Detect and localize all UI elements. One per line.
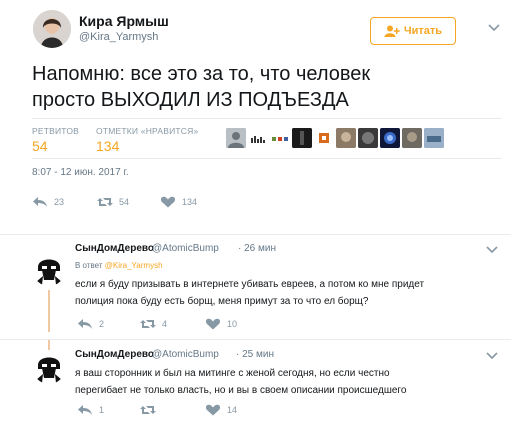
reply-text-line: если я буду призывать в интернете убиват… <box>75 279 425 290</box>
reply-avatar[interactable] <box>33 352 65 384</box>
reply-text: я ваш сторонник и был на митинге с женой… <box>75 365 485 399</box>
liker-avatar[interactable] <box>248 128 268 148</box>
reply-time[interactable]: · 25 мин <box>236 349 274 360</box>
reply-author-name[interactable]: СынДомДерево <box>75 349 154 360</box>
reply-to-mention[interactable]: @Kira_Yarmysh <box>105 261 163 270</box>
likes-label: ОТМЕТКИ «НРАВИТСЯ» <box>96 126 199 136</box>
retweet-icon <box>140 320 156 328</box>
reply-tweet[interactable]: СынДомДерево @AtomicBump · 26 мин В отве… <box>0 236 511 332</box>
retweet-count: 54 <box>119 197 130 207</box>
chevron-down-icon[interactable] <box>488 24 500 32</box>
liker-avatar[interactable] <box>358 128 378 148</box>
tweet-timestamp[interactable]: 8:07 - 12 июн. 2017 г. <box>32 167 129 178</box>
reply-action[interactable]: 23 <box>32 196 64 208</box>
divider <box>0 234 511 235</box>
reply-icon <box>78 319 92 329</box>
reply-text-line: перегибает не только власть, но и вы в с… <box>75 385 407 396</box>
liker-avatar[interactable] <box>292 128 312 148</box>
retweet-action[interactable] <box>140 404 162 416</box>
reply-time[interactable]: · 26 мин <box>238 243 276 254</box>
like-count: 10 <box>227 319 238 329</box>
reply-to-line: В ответ @Kira_Yarmysh <box>75 261 163 270</box>
reply-action[interactable]: 2 <box>77 318 104 330</box>
like-action[interactable]: 134 <box>160 196 197 208</box>
liker-avatar[interactable] <box>380 128 400 148</box>
follow-label: Читать <box>403 25 443 37</box>
retweet-action[interactable]: 54 <box>97 196 129 208</box>
retweets-count[interactable]: 54 <box>32 138 48 154</box>
liker-avatar[interactable] <box>226 128 246 148</box>
heart-icon <box>205 404 221 416</box>
author-handle[interactable]: @Kira_Yarmysh <box>79 31 158 43</box>
retweet-count: 4 <box>162 319 168 329</box>
reply-avatar[interactable] <box>33 254 65 286</box>
chevron-down-icon[interactable] <box>486 246 498 254</box>
liker-avatar[interactable] <box>314 128 334 148</box>
tweet-text-line: просто ВЫХОДИЛ ИЗ ПОДЪЕЗДА <box>32 89 349 111</box>
reply-text-line: я ваш сторонник и был на митинге с женой… <box>75 368 390 379</box>
reply-author-handle[interactable]: @AtomicBump <box>152 243 219 254</box>
reply-text-line: полиция пока буду есть борщ, меня примут… <box>75 296 369 307</box>
reply-to-prefix: В ответ <box>75 261 103 270</box>
likers-avatars <box>226 128 444 148</box>
reply-author-name[interactable]: СынДомДерево <box>75 243 154 254</box>
heart-icon <box>205 318 221 330</box>
tweet-text-line: Напомню: все это за то, что человек <box>32 63 371 85</box>
thread-line <box>48 340 50 350</box>
retweet-icon <box>140 406 156 414</box>
reply-tweet[interactable]: СынДомДерево @AtomicBump · 25 мин я ваш … <box>0 340 511 427</box>
like-action[interactable]: 14 <box>205 404 237 416</box>
reply-author-handle[interactable]: @AtomicBump <box>152 349 219 360</box>
follow-button[interactable]: Читать <box>370 17 456 45</box>
reply-text: если я буду призывать в интернете убиват… <box>75 276 485 310</box>
thread-line <box>48 290 50 332</box>
liker-avatar[interactable] <box>270 128 290 148</box>
reply-action[interactable]: 1 <box>77 404 104 416</box>
retweets-label: РЕТВИТОВ <box>32 126 80 136</box>
liker-avatar[interactable] <box>424 128 444 148</box>
reply-icon <box>78 405 92 415</box>
like-count: 14 <box>227 405 238 415</box>
author-name[interactable]: Кира Ярмыш <box>79 13 169 29</box>
retweet-icon <box>97 198 113 206</box>
liker-avatar[interactable] <box>336 128 356 148</box>
divider <box>32 118 502 119</box>
divider <box>32 158 502 159</box>
reply-count: 2 <box>99 319 105 329</box>
follow-person-icon <box>384 25 400 37</box>
heart-icon <box>160 196 176 208</box>
reply-icon <box>33 197 47 207</box>
chevron-down-icon[interactable] <box>486 352 498 360</box>
like-count: 134 <box>182 197 198 207</box>
reply-count: 1 <box>99 405 105 415</box>
retweet-action[interactable]: 4 <box>140 318 167 330</box>
main-tweet: Кира Ярмыш @Kira_Yarmysh Читать Напомню:… <box>0 0 511 236</box>
tweet-text: Напомню: все это за то, что человек прос… <box>32 61 502 113</box>
like-action[interactable]: 10 <box>205 318 237 330</box>
liker-avatar[interactable] <box>402 128 422 148</box>
likes-count[interactable]: 134 <box>96 138 119 154</box>
author-avatar[interactable] <box>33 10 71 48</box>
reply-count: 23 <box>54 197 65 207</box>
